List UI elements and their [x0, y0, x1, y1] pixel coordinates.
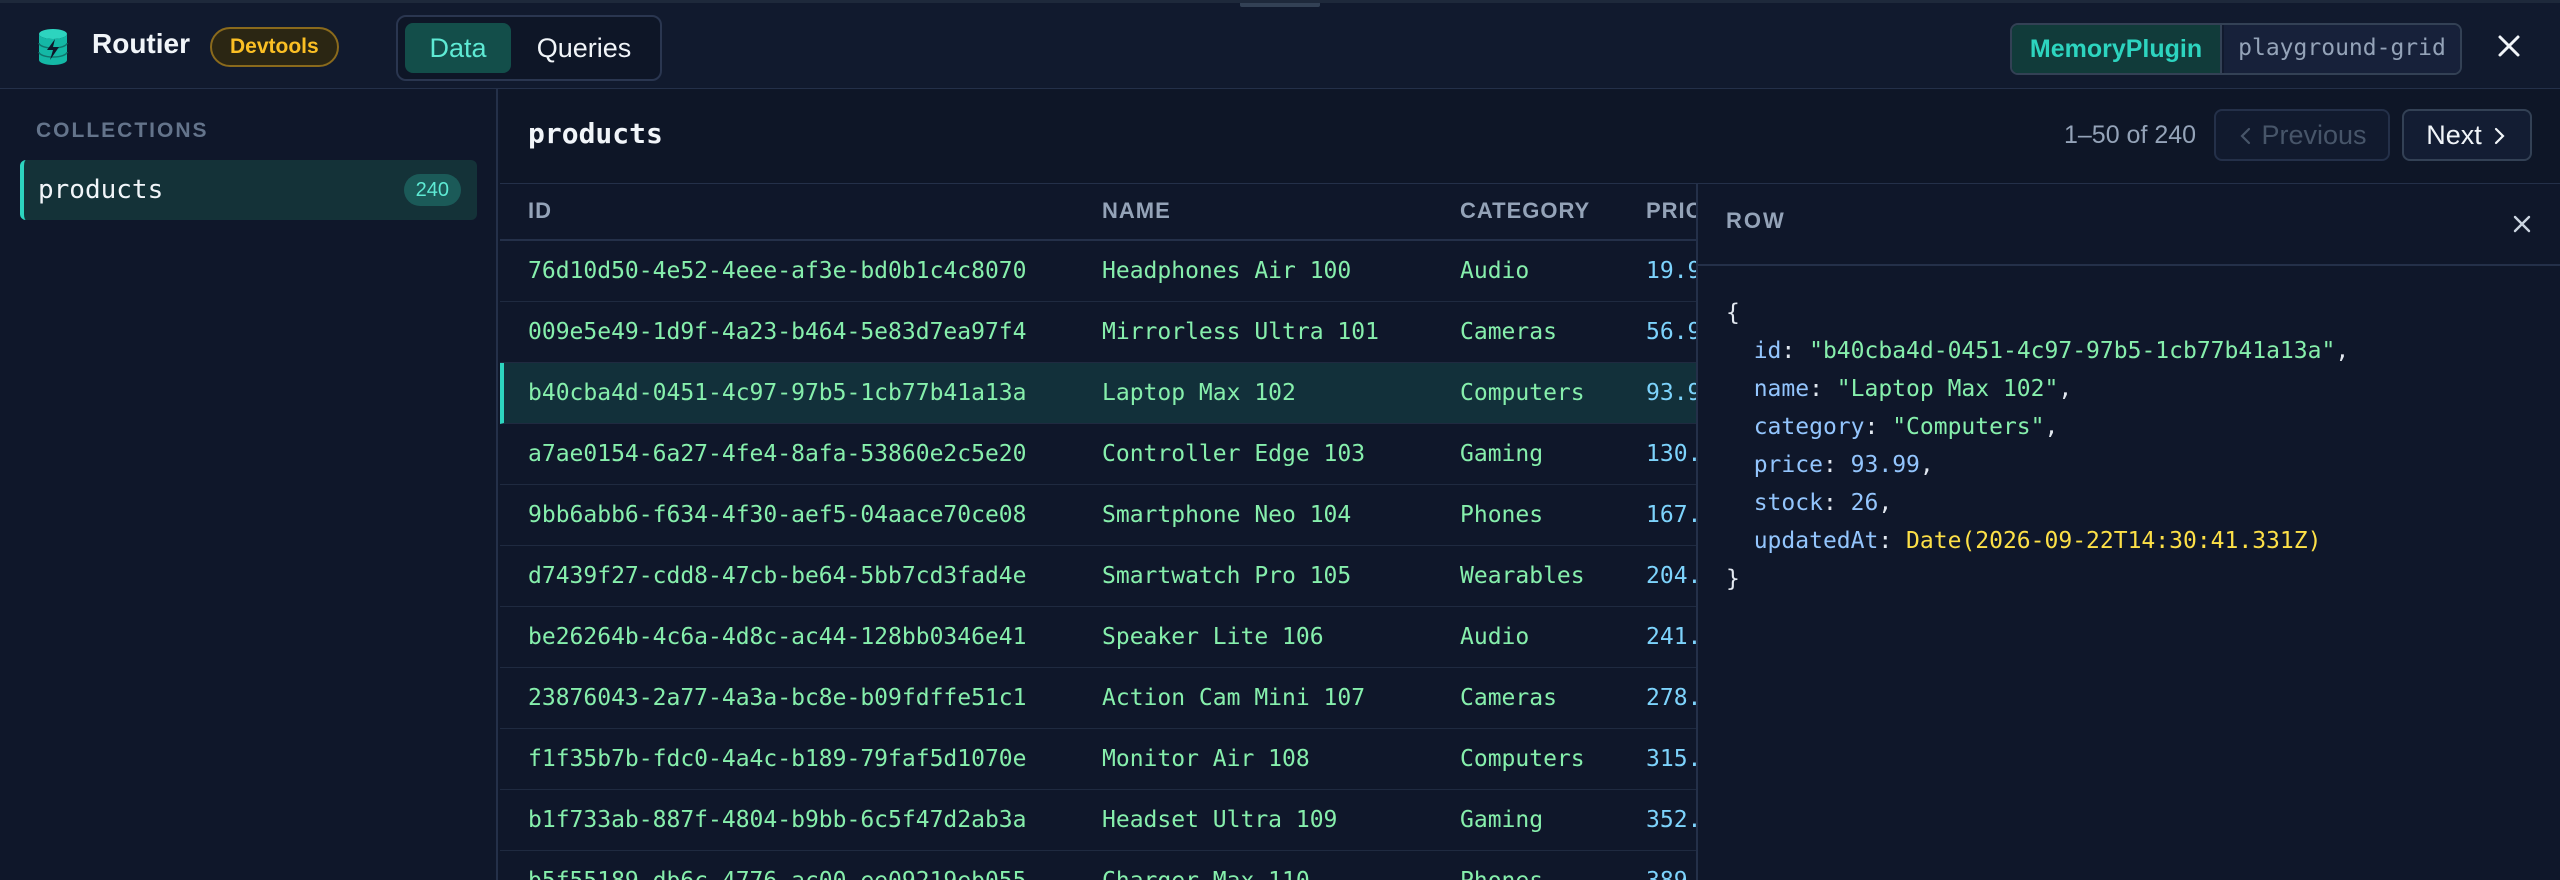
cell-name: Action Cam Mini 107 [1102, 685, 1366, 711]
cell-category: Phones [1460, 502, 1544, 528]
cell-price: 278.99 [1646, 685, 1696, 711]
database-bolt-icon [38, 29, 68, 65]
cell-price: 389.99 [1646, 868, 1696, 880]
cell-price: 352.99 [1646, 807, 1696, 833]
collection-title: products [528, 117, 663, 150]
close-icon[interactable] [2494, 31, 2524, 61]
cell-id: be26264b-4c6a-4d8c-ac44-128bb0346e41 [528, 624, 1027, 650]
top-bar: Routier Devtools Data Queries MemoryPlug… [0, 0, 2560, 89]
collection-header: products 1–50 of 240 Previous Next [500, 89, 2560, 184]
collection-count-badge: 240 [403, 174, 461, 206]
json-price-value: 93.99 [1850, 452, 1920, 478]
table-row[interactable]: 76d10d50-4e52-4eee-af3e-bd0b1c4c8070 Head… [500, 241, 1696, 302]
cell-category: Wearables [1460, 563, 1585, 589]
json-stock-value: 26 [1850, 490, 1879, 516]
cell-category: Audio [1460, 624, 1530, 650]
table-row[interactable]: d7439f27-cdd8-47cb-be64-5bb7cd3fad4e Smar… [500, 546, 1696, 607]
cell-id: 76d10d50-4e52-4eee-af3e-bd0b1c4c8070 [528, 258, 1027, 284]
cell-category: Cameras [1460, 319, 1557, 345]
sidebar: COLLECTIONS products 240 [0, 89, 498, 880]
cell-price: 19.99 [1646, 258, 1696, 284]
cell-id: b5f55189-db6c-4776-ac00-ee09219eb055 [528, 868, 1027, 880]
chevron-right-icon [2494, 127, 2505, 145]
cell-category: Gaming [1460, 807, 1544, 833]
table-row[interactable]: a7ae0154-6a27-4fe4-8afa-53860e2c5e20 Cont… [500, 424, 1696, 485]
cell-id: 9bb6abb6-f634-4f30-aef5-04aace70ce08 [528, 502, 1027, 528]
json-id-value: "b40cba4d-0451-4c97-97b5-1cb77b41a13a" [1809, 338, 2336, 364]
cell-category: Cameras [1460, 685, 1557, 711]
cell-name: Laptop Max 102 [1102, 380, 1296, 406]
column-header-price[interactable]: PRICE [1646, 198, 1696, 224]
cell-id: f1f35b7b-fdc0-4a4c-b189-79faf5d1070e [528, 746, 1027, 772]
resize-handle[interactable] [1240, 3, 1320, 7]
cell-category: Computers [1460, 380, 1585, 406]
column-header-category[interactable]: CATEGORY [1460, 198, 1590, 224]
table-row[interactable]: f1f35b7b-fdc0-4a4c-b189-79faf5d1070e Moni… [500, 729, 1696, 790]
plugin-name-badge[interactable]: MemoryPlugin [2012, 25, 2222, 73]
table-row[interactable]: be26264b-4c6a-4d8c-ac44-128bb0346e41 Spea… [500, 607, 1696, 668]
cell-name: Speaker Lite 106 [1102, 624, 1324, 650]
cell-price: 241.99 [1646, 624, 1696, 650]
cell-id: 009e5e49-1d9f-4a23-b464-5e83d7ea97f4 [528, 319, 1027, 345]
table-row[interactable]: 9bb6abb6-f634-4f30-aef5-04aace70ce08 Smar… [500, 485, 1696, 546]
cell-name: Controller Edge 103 [1102, 441, 1366, 467]
json-category-value: "Computers" [1892, 414, 2045, 440]
tab-queries[interactable]: Queries [518, 23, 650, 73]
close-icon[interactable] [2510, 212, 2534, 236]
table-row[interactable]: b1f733ab-887f-4804-b9bb-6c5f47d2ab3a Head… [500, 790, 1696, 851]
cell-price: 130.99 [1646, 441, 1696, 467]
table-row[interactable]: 23876043-2a77-4a3a-bc8e-b09fdffe51c1 Acti… [500, 668, 1696, 729]
cell-price: 204.99 [1646, 563, 1696, 589]
devtools-badge: Devtools [210, 27, 339, 67]
cell-category: Gaming [1460, 441, 1544, 467]
column-header-name[interactable]: NAME [1102, 198, 1171, 224]
cell-id: b40cba4d-0451-4c97-97b5-1cb77b41a13a [528, 380, 1027, 406]
cell-price: 56.99 [1646, 319, 1696, 345]
json-updatedat-value: Date(2026-09-22T14:30:41.331Z) [1906, 528, 2322, 554]
cell-name: Smartwatch Pro 105 [1102, 563, 1352, 589]
cell-name: Smartphone Neo 104 [1102, 502, 1352, 528]
plugin-info: MemoryPlugin playground-grid [2010, 23, 2462, 75]
json-name-value: "Laptop Max 102" [1836, 376, 2059, 402]
app-title: Routier [92, 28, 190, 59]
pagination-info: 1–50 of 240 [2064, 121, 2197, 149]
tab-data[interactable]: Data [405, 23, 511, 73]
cell-price: 93.99 [1646, 380, 1696, 406]
cell-name: Mirrorless Ultra 101 [1102, 319, 1379, 345]
chevron-left-icon [2240, 127, 2251, 145]
table-body: 76d10d50-4e52-4eee-af3e-bd0b1c4c8070 Head… [500, 241, 1696, 880]
table-row[interactable]: b5f55189-db6c-4776-ac00-ee09219eb055 Char… [500, 851, 1696, 880]
collection-label: products [38, 175, 164, 205]
cell-name: Charger Max 110 [1102, 868, 1310, 880]
cell-name: Headset Ultra 109 [1102, 807, 1338, 833]
cell-price: 315.99 [1646, 746, 1696, 772]
cell-id: a7ae0154-6a27-4fe4-8afa-53860e2c5e20 [528, 441, 1027, 467]
previous-page-button[interactable]: Previous [2214, 109, 2390, 161]
row-detail-panel: ROW { id: "b40cba4d-0451-4c97-97b5-1cb77… [1696, 184, 2560, 880]
row-detail-title: ROW [1726, 208, 1786, 233]
table-row[interactable]: b40cba4d-0451-4c97-97b5-1cb77b41a13a Lapt… [500, 363, 1696, 424]
cell-name: Headphones Air 100 [1102, 258, 1352, 284]
cell-id: 23876043-2a77-4a3a-bc8e-b09fdffe51c1 [528, 685, 1027, 711]
cell-id: d7439f27-cdd8-47cb-be64-5bb7cd3fad4e [528, 563, 1027, 589]
cell-category: Computers [1460, 746, 1585, 772]
row-json-view: { id: "b40cba4d-0451-4c97-97b5-1cb77b41a… [1726, 300, 2350, 592]
table-row[interactable]: 009e5e49-1d9f-4a23-b464-5e83d7ea97f4 Mirr… [500, 302, 1696, 363]
data-table: ID NAME CATEGORY PRICE 76d10d50-4e52-4ee… [500, 184, 1696, 880]
cell-price: 167.99 [1646, 502, 1696, 528]
column-header-id[interactable]: ID [528, 198, 552, 224]
cell-category: Phones [1460, 868, 1543, 880]
cell-id: b1f733ab-887f-4804-b9bb-6c5f47d2ab3a [528, 807, 1027, 833]
row-detail-header: ROW [1698, 184, 2560, 266]
plugin-id-badge[interactable]: playground-grid [2224, 25, 2460, 73]
collections-heading: COLLECTIONS [36, 119, 209, 142]
view-tabs: Data Queries [396, 15, 662, 81]
cell-name: Monitor Air 108 [1102, 746, 1310, 772]
table-header: ID NAME CATEGORY PRICE [500, 184, 1696, 241]
next-label: Next [2426, 120, 2482, 150]
next-page-button[interactable]: Next [2402, 109, 2532, 161]
cell-category: Audio [1460, 258, 1530, 284]
previous-label: Previous [2261, 120, 2367, 150]
sidebar-item-products[interactable]: products 240 [20, 160, 477, 220]
